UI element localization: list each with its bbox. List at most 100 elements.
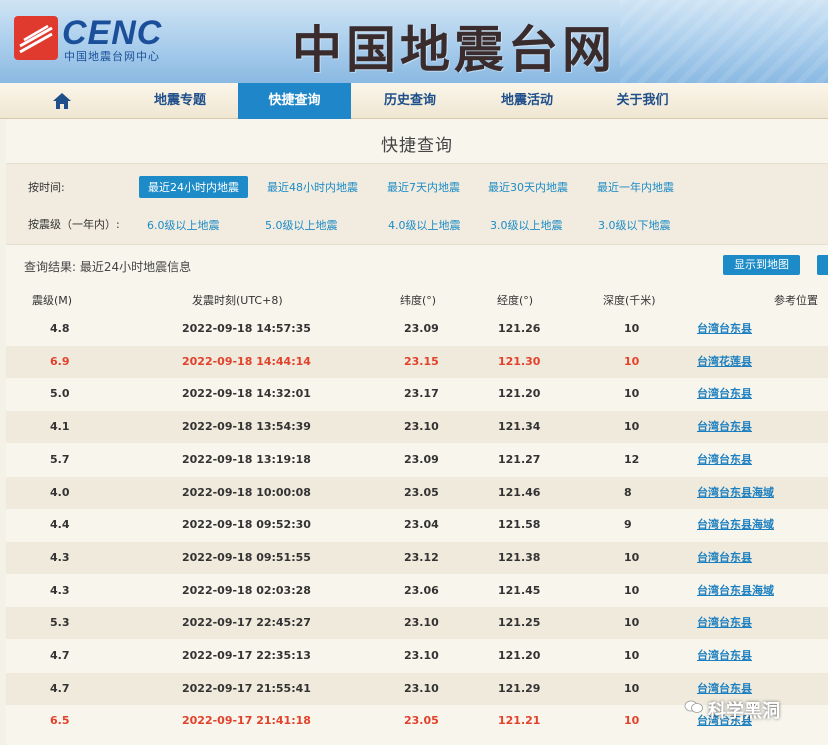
- cell-magnitude: 4.0: [50, 485, 70, 499]
- cell-depth: 10: [624, 714, 640, 728]
- watermark-text: 科学黑洞: [708, 701, 780, 722]
- cell-depth: 10: [624, 354, 640, 368]
- table-row: 4.4 2022-09-18 09:52:30 23.04 121.58 9 台湾台东县海…: [6, 509, 828, 541]
- cell-location[interactable]: 台湾台东县: [697, 411, 752, 443]
- cell-location[interactable]: 台湾台东县: [697, 378, 752, 410]
- cell-magnitude: 4.7: [50, 649, 70, 662]
- cell-latitude: 23.10: [404, 649, 439, 662]
- cell-depth: 10: [624, 420, 640, 434]
- cell-time: 2022-09-18 14:44:14: [182, 354, 311, 368]
- cell-magnitude: 5.0: [50, 387, 70, 401]
- table-row: 4.7 2022-09-17 21:55:41 23.10 121.29 10 台湾台东县: [6, 672, 828, 705]
- cell-location[interactable]: 台湾台东县: [697, 640, 752, 672]
- filter-mag-6[interactable]: 6.0级以上地震: [147, 217, 220, 233]
- cell-location[interactable]: 台湾台东县海域: [697, 477, 774, 509]
- cell-time: 2022-09-17 21:55:41: [182, 681, 311, 695]
- cell-depth: 10: [624, 681, 640, 695]
- cell-latitude: 23.05: [404, 485, 439, 499]
- cell-latitude: 23.12: [404, 550, 439, 564]
- header-time: 发震时刻(UTC+8): [192, 294, 283, 307]
- filter-48h[interactable]: 最近48小时内地震: [267, 179, 358, 195]
- table-row: 5.3 2022-09-17 22:45:27 23.10 121.25 10 台湾台东县: [6, 607, 828, 640]
- wechat-icon: [684, 700, 703, 713]
- cell-longitude: 121.27: [498, 452, 541, 466]
- cell-time: 2022-09-18 14:32:01: [182, 387, 311, 401]
- cell-longitude: 121.25: [498, 616, 541, 630]
- cell-time: 2022-09-18 13:19:18: [182, 452, 311, 466]
- nav-item-history-query[interactable]: 历史查询: [351, 83, 469, 119]
- logo-subtitle: 中国地震台网中心: [64, 50, 160, 63]
- cell-location[interactable]: 台湾台东县: [697, 607, 752, 639]
- header-latitude: 纬度(°): [400, 294, 437, 307]
- cell-time: 2022-09-18 02:03:28: [182, 583, 311, 597]
- table-row: 4.3 2022-09-18 09:51:55 23.12 121.38 10 台湾台东县: [6, 541, 828, 574]
- filter-30d[interactable]: 最近30天内地震: [488, 179, 568, 195]
- cell-longitude: 121.46: [498, 485, 541, 499]
- cell-magnitude: 4.8: [50, 322, 70, 335]
- cell-longitude: 121.20: [498, 649, 541, 662]
- by-time-label: 按时间:: [28, 181, 65, 194]
- filter-mag-5[interactable]: 5.0级以上地震: [265, 217, 338, 233]
- table-row: 4.3 2022-09-18 02:03:28 23.06 121.45 10 台湾台东县…: [6, 575, 828, 607]
- cell-time: 2022-09-17 22:35:13: [182, 649, 311, 662]
- cell-location[interactable]: 台湾花莲县: [697, 346, 752, 378]
- cell-longitude: 121.30: [498, 354, 541, 368]
- table-row: 5.0 2022-09-18 14:32:01 23.17 121.20 10 台湾台东县: [6, 378, 828, 410]
- filter-7d[interactable]: 最近7天内地震: [387, 179, 460, 195]
- nav-item-about[interactable]: 关于我们: [585, 83, 700, 119]
- cell-time: 2022-09-18 14:57:35: [182, 322, 311, 335]
- cell-depth: 10: [624, 583, 640, 597]
- table-row: 4.7 2022-09-17 22:35:13 23.10 121.20 10 台湾台东县: [6, 640, 828, 672]
- extra-button[interactable]: [817, 255, 828, 275]
- filter-24h[interactable]: 最近24小时内地震: [139, 176, 248, 198]
- cell-latitude: 23.06: [404, 583, 439, 597]
- nav-item-topics[interactable]: 地震专题: [122, 83, 238, 119]
- table-row: 4.1 2022-09-18 13:54:39 23.10 121.34 10 台湾台东县: [6, 411, 828, 444]
- show-on-map-button[interactable]: 显示到地图: [723, 255, 800, 275]
- filter-mag-3-up[interactable]: 3.0级以上地震: [490, 217, 563, 233]
- filter-mag-3-down[interactable]: 3.0级以下地震: [598, 217, 671, 233]
- cell-location[interactable]: 台湾台东县: [697, 542, 752, 574]
- cell-latitude: 23.10: [404, 420, 439, 434]
- header-location: 参考位置: [774, 294, 818, 307]
- header-longitude: 经度(°): [497, 294, 534, 307]
- cell-depth: 8: [624, 485, 632, 499]
- cell-magnitude: 4.7: [50, 681, 70, 695]
- cell-time: 2022-09-18 09:52:30: [182, 518, 311, 532]
- nav-item-activity[interactable]: 地震活动: [469, 83, 585, 119]
- cell-depth: 10: [624, 387, 640, 401]
- cell-longitude: 121.26: [498, 322, 541, 335]
- header-depth: 深度(千米): [603, 294, 656, 307]
- cell-longitude: 121.38: [498, 550, 541, 564]
- cell-magnitude: 4.3: [50, 550, 70, 564]
- cell-latitude: 23.05: [404, 714, 439, 728]
- cell-depth: 9: [624, 518, 632, 532]
- cell-location[interactable]: 台湾台东县: [697, 444, 752, 476]
- table-row: 4.0 2022-09-18 10:00:08 23.05 121.46 8 台湾台东县海…: [6, 476, 828, 509]
- cell-latitude: 23.09: [404, 322, 439, 335]
- cell-longitude: 121.20: [498, 387, 541, 401]
- filter-mag-4[interactable]: 4.0级以上地震: [388, 217, 461, 233]
- page-title: 快捷查询: [381, 136, 453, 156]
- cell-latitude: 23.10: [404, 616, 439, 630]
- cell-latitude: 23.04: [404, 518, 439, 532]
- table-row: 4.8 2022-09-18 14:57:35 23.09 121.26 10 台湾台东县: [6, 313, 828, 345]
- cell-longitude: 121.21: [498, 714, 541, 728]
- cell-time: 2022-09-17 22:45:27: [182, 616, 311, 630]
- home-icon[interactable]: [52, 92, 72, 110]
- cell-longitude: 121.58: [498, 518, 541, 532]
- header-magnitude: 震级(M): [32, 294, 73, 307]
- filter-1y[interactable]: 最近一年内地震: [597, 179, 674, 195]
- cell-latitude: 23.10: [404, 681, 439, 695]
- table-row: 6.5 2022-09-17 21:41:18 23.05 121.21 10 台湾台东县: [6, 705, 828, 737]
- cell-time: 2022-09-18 09:51:55: [182, 550, 311, 564]
- cell-magnitude: 5.3: [50, 616, 70, 630]
- cell-location[interactable]: 台湾台东县海域: [697, 575, 774, 607]
- cell-location[interactable]: 台湾台东县: [697, 313, 752, 345]
- cell-location[interactable]: 台湾台东县海域: [697, 509, 774, 541]
- cell-latitude: 23.09: [404, 452, 439, 466]
- table-row: 5.7 2022-09-18 13:19:18 23.09 121.27 12 台湾台东县: [6, 444, 828, 476]
- by-magnitude-label: 按震级（一年内）:: [28, 218, 120, 231]
- nav-item-quick-query[interactable]: 快捷查询: [238, 83, 351, 119]
- cell-time: 2022-09-18 13:54:39: [182, 420, 311, 434]
